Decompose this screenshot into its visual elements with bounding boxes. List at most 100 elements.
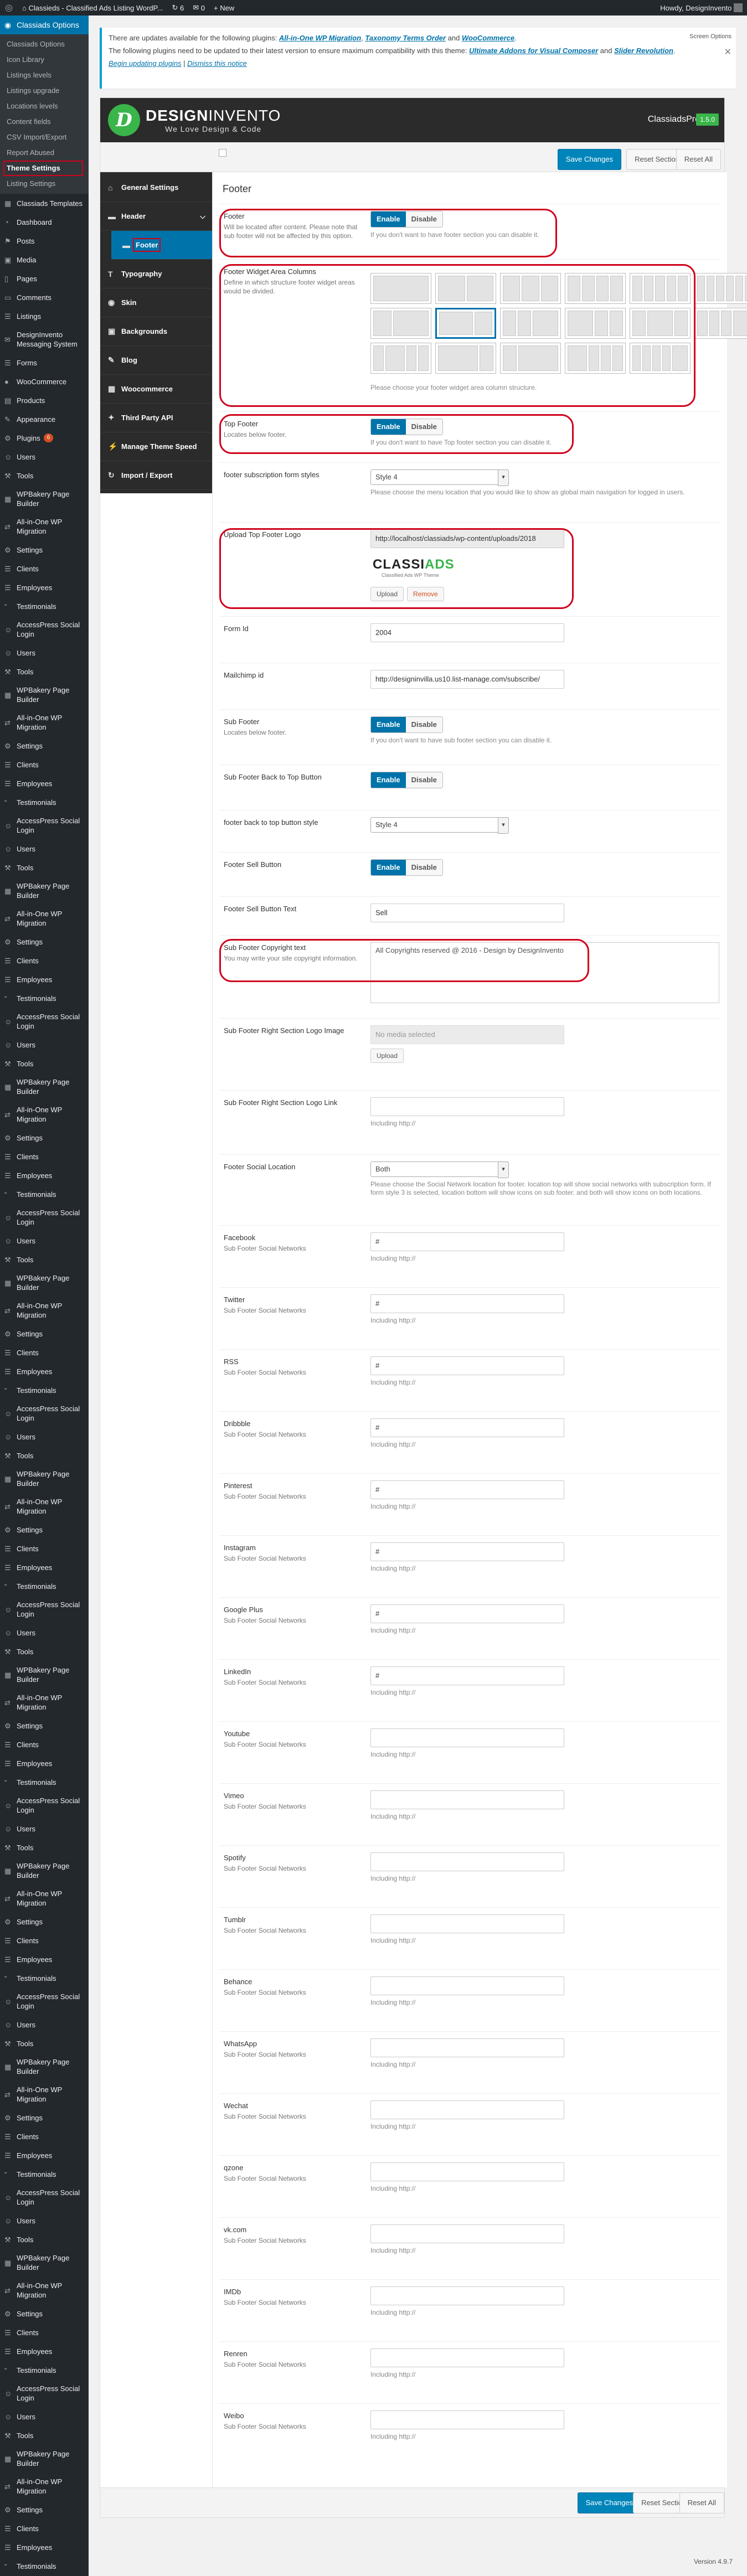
sidebar-item[interactable]: ▯ Pages [0,269,89,288]
sidebar-item[interactable]: ☰ Clients [0,2127,89,2146]
dismiss-icon[interactable]: ✕ [724,47,731,58]
column-layout-option[interactable] [630,273,691,304]
social-url-input[interactable]: # [370,1232,564,1251]
sidebar-item[interactable]: ☰ Employees [0,1754,89,1773]
social-url-input[interactable] [370,1976,564,1995]
column-layout-option[interactable] [630,308,691,339]
wordpress-logo-icon[interactable]: ◎ [0,0,18,16]
sidebar-item[interactable]: ⇄ All-in-One WP Migration [0,2472,89,2500]
plugin-link[interactable]: WooCommerce [462,34,514,42]
sidebar-item[interactable]: ☺ Users [0,2211,89,2230]
tab-backgrounds[interactable]: ▣ Backgrounds [100,317,212,346]
mailchimp-input[interactable]: http://designinvilla.us10.list-manage.co… [370,670,564,689]
sidebar-item[interactable]: ☰ Employees [0,970,89,989]
sidebar-item[interactable]: ☺ AccessPress Social Login [0,1008,89,1035]
sidebar-item[interactable]: ☺ Users [0,2015,89,2034]
social-url-input[interactable] [370,2224,564,2243]
sidebar-item[interactable]: ⚒ Tools [0,2426,89,2445]
sell-button-switch[interactable]: Enable Disable [370,859,443,876]
column-layout-option[interactable] [500,343,561,374]
column-layout-option[interactable] [565,273,626,304]
social-url-input[interactable]: # [370,1356,564,1375]
sidebar-item[interactable]: ⚙ Settings [0,1912,89,1931]
social-url-input[interactable] [370,2100,564,2119]
sidebar-item[interactable]: ☺ Users [0,643,89,662]
social-url-input[interactable] [370,1790,564,1809]
social-location-select[interactable]: Both [370,1161,509,1178]
sidebar-item[interactable]: ⇄ All-in-One WP Migration [0,2081,89,2108]
top-footer-switch[interactable]: Enable Disable [370,419,443,435]
sidebar-item[interactable]: ⇄ All-in-One WP Migration [0,1493,89,1520]
column-layout-option[interactable] [565,308,626,339]
sidebar-item[interactable]: ☰ Clients [0,1147,89,1166]
sidebar-item[interactable]: ⚒ Tools [0,1250,89,1269]
right-logo-link-input[interactable] [370,1097,564,1116]
sidebar-item[interactable]: ⚙ Settings [0,2108,89,2127]
sell-text-input[interactable]: Sell [370,904,564,922]
sidebar-item[interactable]: ⚒ Tools [0,1838,89,1857]
back-to-top-switch[interactable]: Enable Disable [370,772,443,788]
sidebar-item[interactable]: ☺ AccessPress Social Login [0,1204,89,1231]
social-url-input[interactable]: # [370,1480,564,1499]
sidebar-item[interactable]: ⚙ Settings [0,1128,89,1147]
column-layout-option[interactable] [500,273,561,304]
sidebar-item[interactable]: ▦ WPBakery Page Builder [0,1465,89,1493]
sidebar-item[interactable]: ⚙ Settings [0,932,89,951]
sidebar-item[interactable]: ✎ Appearance [0,410,89,429]
social-url-input[interactable] [370,2286,564,2305]
dismiss-notice-link[interactable]: Dismiss this notice [187,59,247,68]
sidebar-item[interactable]: ☰ Employees [0,1362,89,1381]
back-to-top-style-select[interactable]: Style 4 [370,817,509,834]
sidebar-item[interactable]: ☺ AccessPress Social Login [0,812,89,839]
sidebar-item[interactable]: “ Testimonials [0,2165,89,2183]
new-content-link[interactable]: + New [209,0,239,16]
enable-option[interactable]: Enable [371,772,406,788]
sidebar-item[interactable]: ☺ AccessPress Social Login [0,1400,89,1427]
social-url-input[interactable] [370,1852,564,1871]
column-layout-option[interactable] [565,343,626,374]
sidebar-item[interactable]: ⚙ Settings [0,736,89,755]
sidebar-item[interactable]: ☺ AccessPress Social Login [0,1596,89,1623]
sidebar-item[interactable]: ☺ AccessPress Social Login [0,1988,89,2015]
social-url-input[interactable]: # [370,1294,564,1313]
form-id-input[interactable]: 2004 [370,623,564,642]
sidebar-item[interactable]: ⚙ Settings [0,540,89,559]
social-url-input[interactable] [370,2162,564,2181]
sidebar-item[interactable]: ⚙ Settings [0,2500,89,2519]
sidebar-item[interactable]: “ Testimonials [0,989,89,1008]
footer-switch[interactable]: Enable Disable [370,211,443,228]
social-url-input[interactable] [370,2410,564,2429]
plugin-link[interactable]: Ultimate Addons for Visual Composer [469,47,598,55]
disable-option[interactable]: Disable [405,419,442,435]
submenu-item[interactable]: Classiads Options [0,37,89,52]
plugin-link[interactable]: Slider Revolution [614,47,673,55]
sidebar-item[interactable]: ☰ Forms [0,353,89,372]
sidebar-item[interactable]: ⚒ Tools [0,1054,89,1073]
sidebar-item[interactable]: ☰ Employees [0,1558,89,1577]
sidebar-item[interactable]: ☺ Users [0,2407,89,2426]
upload-button[interactable]: Upload [370,587,404,601]
enable-option[interactable]: Enable [371,211,406,227]
social-url-input[interactable]: # [370,1418,564,1437]
sidebar-item[interactable]: ⚑ Posts [0,231,89,250]
sidebar-item[interactable]: ⚒ Tools [0,662,89,681]
expand-toggle[interactable] [219,149,226,157]
site-name[interactable]: Classieds - Classified Ads Listing WordP… [28,4,163,12]
sidebar-item[interactable]: ☰ Employees [0,2342,89,2361]
social-url-input[interactable] [370,2348,564,2367]
sidebar-item[interactable]: ▤ Products [0,391,89,410]
remove-button[interactable]: Remove [407,587,444,601]
column-layout-option[interactable] [370,343,431,374]
sidebar-item[interactable]: “ Testimonials [0,1185,89,1204]
submenu-item[interactable]: Listing Settings [0,176,89,192]
submenu-item[interactable]: Locations levels [0,99,89,114]
sidebar-item[interactable]: ☰ Clients [0,2323,89,2342]
submenu-item[interactable]: Content fields [0,114,89,130]
sidebar-item[interactable]: ☰ Clients [0,1343,89,1362]
submenu-item[interactable]: Theme Settings [3,161,83,176]
sidebar-item[interactable]: “ Testimonials [0,793,89,812]
sidebar-item[interactable]: ⇄ All-in-One WP Migration [0,513,89,540]
sidebar-item[interactable]: ⚙ Plugins 6 [0,429,89,447]
sidebar-item[interactable]: ☰ Clients [0,1735,89,1754]
social-url-input[interactable]: # [370,1604,564,1623]
